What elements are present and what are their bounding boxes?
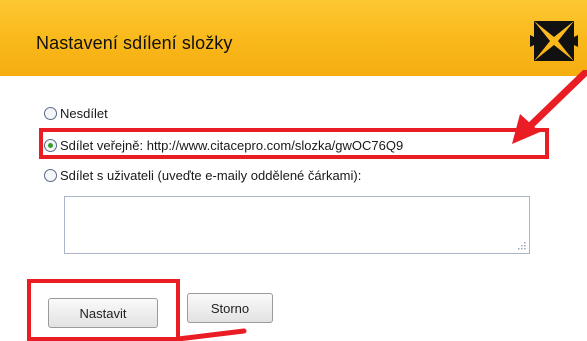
close-button[interactable] bbox=[528, 15, 580, 67]
dialog-header: Nastavení sdílení složky bbox=[0, 0, 587, 76]
option-no-share[interactable]: Nesdílet bbox=[44, 106, 108, 121]
radio-share-public[interactable] bbox=[44, 139, 57, 152]
emails-textarea[interactable] bbox=[64, 196, 530, 254]
dialog-title: Nastavení sdílení složky bbox=[36, 33, 233, 53]
option-share-users[interactable]: Sdílet s uživateli (uveďte e-maily odděl… bbox=[44, 168, 361, 183]
annotation-arrow-bottom-icon bbox=[178, 328, 247, 341]
annotation-arrow-top-icon bbox=[512, 70, 587, 144]
radio-no-share[interactable] bbox=[44, 107, 57, 120]
resize-grip-icon[interactable] bbox=[516, 240, 526, 250]
option-share-public[interactable]: Sdílet veřejně: http://www.citacepro.com… bbox=[44, 138, 403, 153]
radio-share-users[interactable] bbox=[44, 169, 57, 182]
set-button[interactable]: Nastavit bbox=[48, 298, 158, 328]
close-x-icon bbox=[530, 21, 578, 61]
option-no-share-label: Nesdílet bbox=[60, 106, 108, 121]
option-share-public-label: Sdílet veřejně: http://www.citacepro.com… bbox=[60, 138, 404, 153]
cancel-button[interactable]: Storno bbox=[187, 293, 273, 323]
option-share-users-label: Sdílet s uživateli (uveďte e-maily odděl… bbox=[60, 168, 362, 183]
